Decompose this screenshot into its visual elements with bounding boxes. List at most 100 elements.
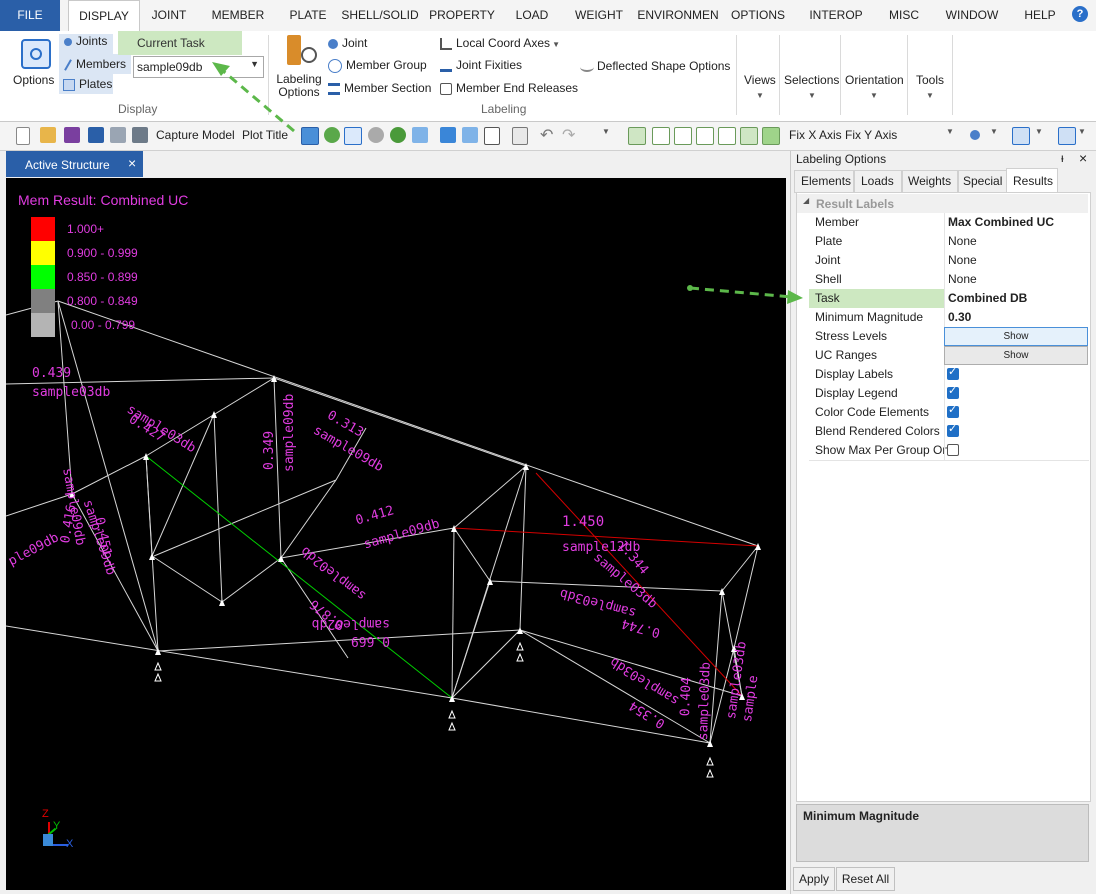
print-icon[interactable]	[132, 127, 148, 143]
plot-title-button[interactable]: Plot Title	[242, 128, 288, 142]
chevron-down-icon[interactable]: ▼	[946, 127, 954, 136]
pin-icon[interactable]: ᵼ	[1061, 151, 1064, 165]
undo-icon[interactable]: ↶	[540, 125, 553, 145]
capture-model-button[interactable]: Capture Model	[156, 128, 235, 142]
menu-help[interactable]: HELP	[1020, 0, 1060, 31]
view-left-icon[interactable]	[696, 127, 714, 145]
help-icon[interactable]: ?	[1072, 6, 1088, 22]
member-section-toggle[interactable]: Member Section	[328, 81, 431, 95]
reset-all-button[interactable]: Reset All	[836, 867, 895, 891]
views-button[interactable]: Views	[744, 73, 776, 87]
tab-active-structure[interactable]: Active Structure ×	[6, 151, 143, 177]
open-folder-icon[interactable]	[40, 127, 56, 143]
model-viewport[interactable]: Mem Result: Combined UC 1.000+ 0.900 - 0…	[6, 178, 786, 890]
labeling-toggle-icon[interactable]	[301, 127, 319, 145]
prop-member[interactable]: Member Max Combined UC	[809, 213, 1089, 233]
menu-misc[interactable]: MISC	[884, 0, 924, 31]
stress-levels-show-button[interactable]: Show	[944, 327, 1088, 346]
list-icon[interactable]	[512, 127, 528, 145]
spin-icon[interactable]	[390, 127, 406, 143]
prop-joint[interactable]: Joint None	[809, 251, 1089, 271]
view-iso-icon[interactable]	[628, 127, 646, 145]
menu-joint[interactable]: JOINT	[142, 0, 196, 31]
prop-task[interactable]: Task Combined DB	[809, 289, 1089, 309]
orientation-button[interactable]: Orientation	[845, 73, 904, 87]
options-button[interactable]: Options	[13, 73, 54, 87]
joint-display-icon[interactable]	[970, 130, 980, 140]
labeling-options-button[interactable]: Labeling Options	[276, 73, 322, 99]
menu-options[interactable]: OPTIONS	[728, 0, 788, 31]
selections-button[interactable]: Selections	[784, 73, 839, 87]
joints-toggle[interactable]: Joints	[59, 34, 113, 54]
menu-plate[interactable]: PLATE	[282, 0, 334, 31]
view-front-icon[interactable]	[652, 127, 670, 145]
view-top-icon[interactable]	[740, 127, 758, 145]
labeling-options-icon[interactable]	[285, 35, 317, 69]
close-icon[interactable]: ×	[128, 155, 136, 171]
gear-icon[interactable]	[21, 39, 51, 69]
menu-property[interactable]: PROPERTY	[428, 0, 496, 31]
view-back-icon[interactable]	[674, 127, 692, 145]
view-right-icon[interactable]	[718, 127, 736, 145]
view-icon[interactable]	[412, 127, 428, 143]
deflected-shape-options-button[interactable]: Deflected Shape Options	[580, 59, 730, 73]
tab-results[interactable]: Results	[1006, 168, 1058, 193]
tab-elements[interactable]: Elements	[794, 170, 855, 193]
show-max-per-group-checkbox[interactable]	[947, 444, 959, 456]
apply-button[interactable]: Apply	[793, 867, 835, 891]
tab-weights[interactable]: Weights	[901, 170, 959, 193]
prop-minimum-magnitude[interactable]: Minimum Magnitude 0.30	[809, 308, 1089, 328]
tab-special[interactable]: Special	[957, 170, 1008, 193]
collapse-icon[interactable]: ◢	[803, 196, 809, 205]
zoom-window-icon[interactable]	[440, 127, 456, 143]
color-code-elements-checkbox[interactable]	[947, 403, 959, 418]
member-end-releases-toggle[interactable]: Member End Releases	[440, 81, 578, 95]
new-file-icon[interactable]	[16, 127, 30, 145]
blend-rendered-colors-checkbox[interactable]	[947, 422, 959, 437]
chevron-down-icon[interactable]: ▼	[990, 127, 998, 136]
member-group-toggle[interactable]: Member Group	[328, 58, 427, 73]
joint-fixities-toggle[interactable]: Joint Fixities	[440, 58, 522, 72]
plates-toggle[interactable]: Plates	[59, 74, 113, 94]
zoom-box-icon[interactable]	[484, 127, 500, 145]
tab-loads[interactable]: Loads	[853, 170, 903, 193]
menu-file[interactable]: FILE	[0, 0, 60, 31]
menu-display[interactable]: DISPLAY	[68, 0, 140, 32]
display-legend-checkbox[interactable]	[947, 384, 959, 399]
members-toggle[interactable]: Members	[59, 54, 131, 74]
menu-window[interactable]: WINDOW	[942, 0, 1002, 31]
prop-plate[interactable]: Plate None	[809, 232, 1089, 252]
display-labels-checkbox[interactable]	[947, 365, 959, 380]
select-joint-icon[interactable]	[1012, 127, 1030, 145]
menu-member[interactable]: MEMBER	[204, 0, 272, 31]
menu-weight[interactable]: WEIGHT	[572, 0, 626, 31]
tools-button[interactable]: Tools	[916, 73, 944, 87]
current-task-select[interactable]: sample09db ▼	[133, 56, 264, 78]
member-green[interactable]	[145, 455, 453, 699]
joint-label-toggle[interactable]: Joint	[328, 36, 367, 50]
save-icon[interactable]	[64, 127, 80, 143]
menu-shell-solid[interactable]: SHELL/SOLID	[340, 0, 420, 31]
uc-ranges-show-button[interactable]: Show	[944, 346, 1088, 365]
local-coord-axes-toggle[interactable]: Local Coord Axes ▼	[440, 36, 560, 50]
close-icon[interactable]: ×	[1079, 150, 1087, 166]
chevron-down-icon[interactable]: ▼	[1035, 127, 1043, 136]
select-cursor-icon[interactable]	[1058, 127, 1076, 145]
menu-environment[interactable]: ENVIRONMEN	[636, 0, 720, 31]
zoom-icon[interactable]	[324, 127, 340, 143]
fix-x-axis-button[interactable]: Fix X Axis	[789, 128, 842, 142]
pan-hand-icon[interactable]	[344, 127, 362, 145]
save-as-icon[interactable]	[88, 127, 104, 143]
view-bottom-icon[interactable]	[762, 127, 780, 145]
menu-load[interactable]: LOAD	[510, 0, 554, 31]
chevron-down-icon[interactable]: ▼	[602, 127, 610, 136]
menu-interop[interactable]: INTEROP	[806, 0, 866, 31]
redo-icon[interactable]: ↷	[562, 125, 575, 145]
section-header[interactable]: ◢ Result Labels	[797, 194, 1088, 213]
chevron-down-icon[interactable]: ▼	[1078, 127, 1086, 136]
zoom-extents-icon[interactable]	[462, 127, 478, 143]
fix-y-axis-button[interactable]: Fix Y Axis	[845, 128, 897, 142]
prop-shell[interactable]: Shell None	[809, 270, 1089, 290]
rotate-icon[interactable]	[368, 127, 384, 143]
preview-icon[interactable]	[110, 127, 126, 143]
